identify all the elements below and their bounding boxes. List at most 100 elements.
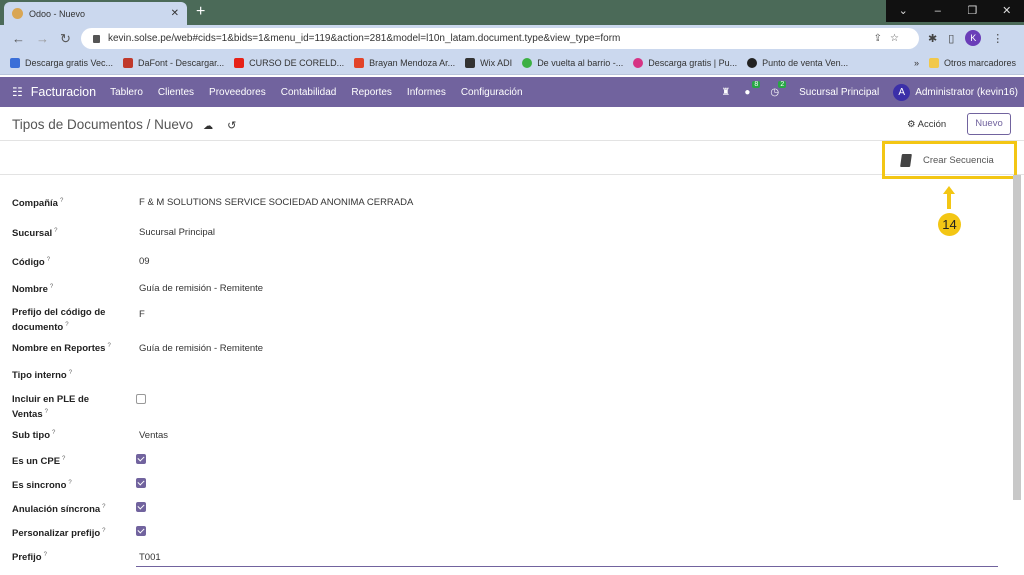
- page-title[interactable]: Tipos de Documentos / Nuevo: [12, 117, 193, 132]
- url-text: kevin.solse.pe/web#cids=1&bids=1&menu_id…: [108, 33, 621, 44]
- activities-badge: 2: [778, 80, 787, 88]
- bookmark[interactable]: Wix ADI: [465, 58, 512, 68]
- user-menu[interactable]: Administrator (kevin16): [915, 87, 1018, 98]
- bookmark[interactable]: CURSO DE CORELD...: [234, 58, 344, 68]
- bookmark[interactable]: De vuelta al barrio -...: [522, 58, 623, 68]
- breadcrumb: Tipos de Documentos / Nuevo ☁ ↺: [12, 117, 236, 132]
- button-bar: [0, 141, 1024, 175]
- debug-icon[interactable]: ♜: [721, 87, 730, 98]
- odoo-navbar: ☷ Facturacion Tablero Clientes Proveedor…: [0, 77, 1024, 107]
- create-sequence-label: Crear Secuencia: [923, 154, 994, 166]
- user-avatar[interactable]: A: [893, 83, 911, 101]
- name-field[interactable]: Guía de remisión - Remitente: [139, 283, 263, 294]
- custom-prefix-checkbox[interactable]: [136, 526, 146, 536]
- bookmark-label: Descarga gratis | Pu...: [648, 58, 738, 68]
- restore-icon[interactable]: ❐: [955, 0, 990, 22]
- minimize-icon[interactable]: –: [921, 0, 956, 22]
- prefix-field[interactable]: T001: [139, 552, 161, 563]
- other-bookmarks-label: Otros marcadores: [943, 58, 1016, 68]
- field-label: Es sincrono?: [12, 480, 72, 492]
- profile-avatar[interactable]: K: [965, 30, 982, 46]
- menu-proveedores[interactable]: Proveedores: [209, 87, 266, 98]
- address-bar-row: ← → ↻ kevin.solse.pe/web#cids=1&bids=1&men…: [0, 25, 1024, 52]
- bookmark[interactable]: Punto de venta Ven...: [747, 58, 848, 68]
- lock-icon: [93, 34, 100, 43]
- field-label: Prefijo del código de documento?: [12, 307, 106, 334]
- bookmark[interactable]: Brayan Mendoza Ar...: [354, 58, 455, 68]
- is-sync-checkbox[interactable]: [136, 478, 146, 488]
- branch-switcher[interactable]: Sucursal Principal: [799, 87, 879, 98]
- app-name[interactable]: Facturacion: [31, 85, 96, 99]
- action-label: Acción: [917, 119, 947, 130]
- bookmark[interactable]: Descarga gratis | Pu...: [633, 58, 737, 68]
- is-cpe-checkbox[interactable]: [136, 454, 146, 464]
- forward-icon[interactable]: →: [36, 31, 49, 46]
- field-label: Tipo interno?: [12, 370, 73, 382]
- field-label: Nombre?: [12, 284, 54, 296]
- save-cloud-icon[interactable]: ☁: [203, 121, 213, 132]
- doc-code-prefix-field[interactable]: F: [139, 309, 145, 320]
- extensions-area: ✱ ▯ K ⋮: [928, 30, 1003, 46]
- sidepanel-icon[interactable]: ▯: [948, 32, 954, 45]
- new-button[interactable]: Nuevo: [967, 113, 1011, 135]
- internal-type-field[interactable]: [139, 369, 439, 381]
- share-star-icons[interactable]: ⇪☆: [874, 33, 907, 44]
- other-bookmarks[interactable]: Otros marcadores: [928, 58, 1016, 68]
- menu-informes[interactable]: Informes: [407, 87, 446, 98]
- annotation-arrow-shaft: [947, 193, 951, 209]
- discard-icon[interactable]: ↺: [227, 120, 236, 132]
- bookmark-label: Descarga gratis Vec...: [25, 58, 114, 68]
- bookmark-label: CURSO DE CORELD...: [249, 58, 345, 68]
- company-field[interactable]: F & M SOLUTIONS SERVICE SOCIEDAD ANONIMA…: [139, 197, 413, 208]
- menu-clientes[interactable]: Clientes: [158, 87, 194, 98]
- bookmark[interactable]: DaFont - Descargar...: [123, 58, 224, 68]
- close-tab-icon[interactable]: ✕: [171, 8, 179, 19]
- more-bookmarks-button[interactable]: »: [914, 58, 919, 68]
- messages-button[interactable]: ● 8: [744, 80, 761, 98]
- bookmark[interactable]: Descarga gratis Vec...: [10, 58, 113, 68]
- book-icon: [900, 153, 912, 167]
- menu-configuracion[interactable]: Configuración: [461, 87, 523, 98]
- gear-icon: ⚙: [907, 119, 916, 130]
- menu-contabilidad[interactable]: Contabilidad: [281, 87, 337, 98]
- action-button[interactable]: ⚙ Acción: [907, 119, 946, 130]
- field-label: Sub tipo?: [12, 430, 56, 442]
- tab-title: Odoo - Nuevo: [29, 8, 86, 19]
- bookmarks-bar: Descarga gratis Vec... DaFont - Descarga…: [0, 52, 1024, 75]
- reload-icon[interactable]: ↻: [60, 31, 72, 47]
- field-label: Nombre en Reportes?: [12, 343, 111, 355]
- field-label: Personalizar prefijo?: [12, 528, 106, 540]
- browser-tab[interactable]: Odoo - Nuevo ✕: [4, 2, 187, 25]
- report-name-field[interactable]: Guía de remisión - Remitente: [139, 343, 263, 354]
- apps-grid-icon[interactable]: ☷: [12, 85, 23, 99]
- tab-search-icon[interactable]: ⌄: [886, 0, 921, 22]
- step-badge: 14: [938, 213, 961, 236]
- include-ple-checkbox[interactable]: [136, 394, 146, 404]
- field-label: Prefijo?: [12, 552, 47, 564]
- bookmark-label: Punto de venta Ven...: [762, 58, 849, 68]
- back-icon[interactable]: ←: [12, 31, 25, 46]
- create-sequence-button[interactable]: Crear Secuencia: [882, 141, 1017, 179]
- field-label: Código?: [12, 257, 51, 269]
- new-tab-button[interactable]: +: [196, 3, 205, 21]
- branch-field[interactable]: Sucursal Principal: [139, 227, 215, 238]
- url-input[interactable]: kevin.solse.pe/web#cids=1&bids=1&menu_id…: [81, 28, 919, 49]
- bookmark-label: DaFont - Descargar...: [138, 58, 225, 68]
- close-window-icon[interactable]: ✕: [990, 0, 1024, 22]
- bookmark-label: De vuelta al barrio -...: [537, 58, 624, 68]
- menu-tablero[interactable]: Tablero: [110, 87, 143, 98]
- more-label: »: [913, 58, 919, 68]
- menu-reportes[interactable]: Reportes: [351, 87, 392, 98]
- field-label: Incluir en PLE de Ventas?: [12, 394, 90, 421]
- subtype-field[interactable]: Ventas: [139, 430, 168, 441]
- menu-icon[interactable]: ⋮: [992, 32, 1003, 45]
- extensions-icon[interactable]: ✱: [928, 32, 937, 45]
- activities-button[interactable]: ◷ 2: [770, 80, 787, 98]
- scrollbar[interactable]: [1013, 175, 1021, 500]
- bookmark-label: Wix ADI: [480, 58, 513, 68]
- field-label: Anulación síncrona?: [12, 504, 106, 516]
- window-controls: ⌄ – ❐ ✕: [886, 0, 1024, 22]
- code-field[interactable]: 09: [139, 256, 150, 267]
- sync-cancel-checkbox[interactable]: [136, 502, 146, 512]
- odoo-favicon-icon: [12, 8, 23, 19]
